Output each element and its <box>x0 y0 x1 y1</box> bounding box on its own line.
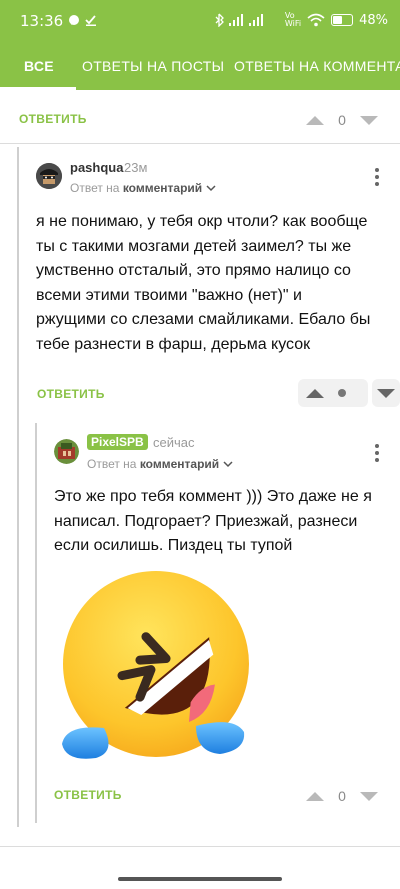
tab-bar: ВСЕ ОТВЕТЫ НА ПОСТЫ ОТВЕТЫ НА КОММЕНТАРИ… <box>0 44 400 90</box>
downvote-icon[interactable] <box>360 791 378 801</box>
signal-icon <box>215 13 263 27</box>
more-menu-icon[interactable] <box>375 444 379 465</box>
comment-text: я не понимаю, у тебя окр чтоли? как вооб… <box>36 213 371 353</box>
vote-pill <box>298 379 368 407</box>
tab-indicator <box>0 87 76 90</box>
tab-all[interactable]: ВСЕ <box>24 58 54 74</box>
downvote-icon[interactable] <box>360 115 378 125</box>
reply-target[interactable]: комментарий <box>140 457 219 471</box>
tab-post-replies[interactable]: ОТВЕТЫ НА ПОСТЫ <box>82 58 224 74</box>
downvote-icon[interactable] <box>377 388 395 398</box>
more-menu-icon[interactable] <box>375 168 379 189</box>
downvote-box[interactable] <box>372 379 400 407</box>
upvote-icon[interactable] <box>306 115 324 125</box>
reply-button[interactable]: ОТВЕТИТЬ <box>37 387 105 401</box>
divider <box>0 846 400 847</box>
vote-controls-top: 0 <box>306 112 378 128</box>
vowifi-label: Vo WiFi <box>284 11 302 28</box>
tab-comment-replies[interactable]: ОТВЕТЫ НА КОММЕНТАРИИ <box>234 58 400 74</box>
thread-line-nested <box>35 423 37 823</box>
battery-icon <box>331 14 354 26</box>
reply-to[interactable]: Ответ на комментарий <box>87 457 233 471</box>
comment-time: сейчас <box>153 435 195 450</box>
comment-text: Это же про тебя коммент ))) Это даже не … <box>54 488 372 554</box>
avatar[interactable] <box>36 163 62 189</box>
wifi-icon <box>307 13 325 27</box>
reply-prefix: Ответ на <box>87 457 137 471</box>
chevron-down-icon <box>222 461 233 468</box>
vote-count: 0 <box>338 112 346 128</box>
vote-hidden-dot <box>338 389 346 397</box>
thread-line <box>17 147 19 827</box>
laughing-emoji-image <box>62 571 249 759</box>
reply-prefix: Ответ на <box>70 181 120 195</box>
username-badge[interactable]: PixelSPB <box>87 434 148 450</box>
status-time: 13:36 <box>20 12 64 30</box>
divider <box>0 143 400 144</box>
reply-button[interactable]: ОТВЕТИТЬ <box>54 788 122 802</box>
gesture-bar[interactable] <box>118 877 282 881</box>
chat-icon <box>69 15 96 26</box>
upvote-icon[interactable] <box>306 791 324 801</box>
upvote-icon[interactable] <box>306 388 324 398</box>
notification-icons <box>68 13 108 30</box>
reply-button-top[interactable]: ОТВЕТИТЬ <box>19 112 87 126</box>
reply-to[interactable]: Ответ на комментарий <box>70 181 216 195</box>
reply-target[interactable]: комментарий <box>123 181 202 195</box>
status-right: Vo WiFi 48% <box>215 12 388 28</box>
username[interactable]: pashqua <box>70 160 123 175</box>
battery-percent: 48% <box>359 12 388 28</box>
vote-count: 0 <box>338 788 346 804</box>
comment-time: 23м <box>124 160 148 175</box>
chevron-down-icon <box>205 185 216 192</box>
vote-controls: 0 <box>306 788 378 804</box>
vote-controls <box>298 379 400 407</box>
avatar[interactable] <box>54 439 79 464</box>
status-bar: 13:36 Vo WiFi 48% <box>0 0 400 44</box>
